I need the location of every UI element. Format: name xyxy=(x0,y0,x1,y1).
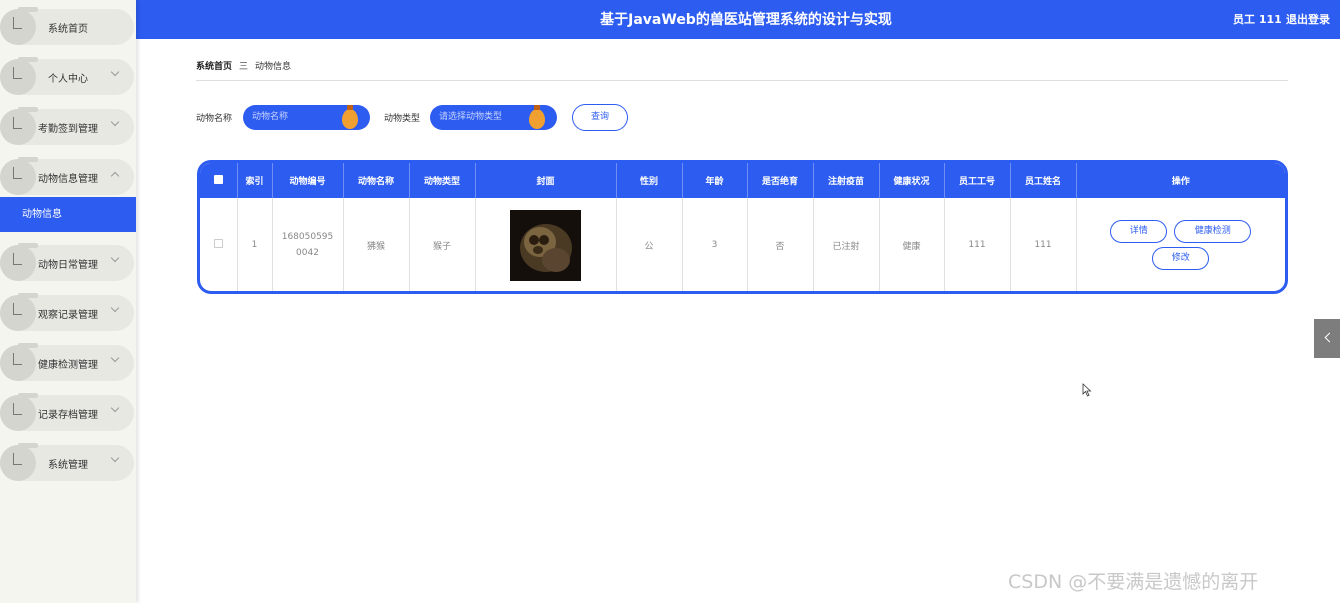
sidebar-item-animal-daily[interactable]: 动物日常管理 xyxy=(0,243,134,281)
sidebar-item-label: 考勤签到管理 xyxy=(38,124,98,135)
cell-health: 健康 xyxy=(879,198,945,291)
health-check-button[interactable]: 健康检测 xyxy=(1174,220,1252,243)
mouse-cursor-icon xyxy=(1082,383,1092,397)
select-all-checkbox[interactable] xyxy=(200,163,238,198)
cell-type: 猴子 xyxy=(409,198,476,291)
animal-type-placeholder: 请选择动物类型 xyxy=(439,112,503,122)
cell-neutered: 否 xyxy=(747,198,814,291)
chevron-down-icon xyxy=(110,453,120,463)
edit-button[interactable]: 修改 xyxy=(1152,247,1210,270)
detail-button[interactable]: 详情 xyxy=(1110,220,1168,243)
menu-tick-icon xyxy=(13,303,22,315)
col-header: 动物名称 xyxy=(343,163,410,198)
col-header: 性别 xyxy=(616,163,683,198)
animal-name-input[interactable]: 动物名称 xyxy=(243,105,370,130)
sidebar-item-label: 健康检测管理 xyxy=(38,360,98,371)
chevron-left-icon xyxy=(1324,332,1335,343)
col-header: 是否绝育 xyxy=(747,163,814,198)
sidebar-item-label: 观察记录管理 xyxy=(38,310,98,321)
breadcrumb: 系统首页 三 动物信息 xyxy=(196,59,291,72)
input-knob-decor xyxy=(342,105,358,129)
animal-no-text: 1680505950042 xyxy=(281,232,334,258)
cell-staff-no: 111 xyxy=(944,198,1011,291)
sidebar-item-health-check[interactable]: 健康检测管理 xyxy=(0,343,134,381)
cell-name: 狒猴 xyxy=(343,198,410,291)
select-knob-decor xyxy=(529,105,545,129)
col-header: 健康状况 xyxy=(879,163,945,198)
chevron-up-icon xyxy=(110,171,120,181)
app-title: 基于JavaWeb的兽医站管理系统的设计与实现 xyxy=(600,12,892,28)
cell-staff-name: 111 xyxy=(1010,198,1077,291)
sidebar-item-archive[interactable]: 记录存档管理 xyxy=(0,393,134,431)
chevron-down-icon xyxy=(110,303,120,313)
col-header: 员工姓名 xyxy=(1010,163,1077,198)
chevron-down-icon xyxy=(110,253,120,263)
sidebar-item-label: 记录存档管理 xyxy=(38,410,98,421)
sidebar-item-profile[interactable]: 个人中心 xyxy=(0,57,134,95)
sidebar-item-animal-info[interactable]: 动物信息管理 xyxy=(0,157,134,195)
col-header: 员工工号 xyxy=(944,163,1011,198)
sidebar-item-label: 个人中心 xyxy=(48,74,88,85)
logout-link[interactable]: 退出登录 xyxy=(1286,11,1330,27)
top-header: 基于JavaWeb的兽医站管理系统的设计与实现 员工 111 退出登录 xyxy=(136,0,1340,39)
menu-tick-icon xyxy=(13,67,22,79)
col-header: 动物类型 xyxy=(409,163,476,198)
menu-tick-icon xyxy=(13,353,22,365)
sidebar-item-home[interactable]: 系统首页 xyxy=(0,7,134,45)
watermark: CSDN @不要满是遗憾的离开 xyxy=(1008,571,1259,593)
animal-type-label: 动物类型 xyxy=(384,114,421,124)
col-header: 注射疫苗 xyxy=(813,163,880,198)
animal-name-label: 动物名称 xyxy=(196,114,233,124)
cover-image xyxy=(510,209,581,281)
breadcrumb-home[interactable]: 系统首页 xyxy=(196,59,232,72)
col-header: 操作 xyxy=(1076,163,1285,198)
sidebar-item-label: 动物日常管理 xyxy=(38,260,98,271)
collapse-tab[interactable] xyxy=(1314,319,1340,358)
table-row: 1 1680505950042 狒猴 猴子 公 3 否 已注射 健康 111 1… xyxy=(200,198,1285,291)
sidebar-item-observation[interactable]: 观察记录管理 xyxy=(0,293,134,331)
cell-index: 1 xyxy=(237,198,273,291)
query-button[interactable]: 查询 xyxy=(572,104,628,131)
col-header: 封面 xyxy=(475,163,617,198)
sidebar-subitem-animal-info[interactable]: 动物信息 xyxy=(0,197,136,232)
chevron-down-icon xyxy=(110,353,120,363)
sidebar-item-label: 动物信息管理 xyxy=(38,174,98,185)
cell-actions: 详情 健康检测 修改 xyxy=(1076,198,1285,291)
menu-tick-icon xyxy=(13,117,22,129)
cell-animal-no: 1680505950042 xyxy=(272,198,344,291)
menu-tick-icon xyxy=(13,167,22,179)
animal-table: 索引 动物编号 动物名称 动物类型 封面 性别 年龄 是否绝育 注射疫苗 健康状… xyxy=(197,160,1288,294)
chevron-down-icon xyxy=(110,67,120,77)
animal-name-placeholder: 动物名称 xyxy=(252,112,289,122)
table-header-row: 索引 动物编号 动物名称 动物类型 封面 性别 年龄 是否绝育 注射疫苗 健康状… xyxy=(200,163,1285,198)
breadcrumb-current: 动物信息 xyxy=(255,62,292,72)
cell-gender: 公 xyxy=(616,198,683,291)
sidebar: 系统首页 个人中心 考勤签到管理 动物信息管理 动物信息 动物日常管理 观察记录… xyxy=(0,0,136,603)
current-user: 员工 111 xyxy=(1233,13,1282,26)
chevron-down-icon xyxy=(110,403,120,413)
animal-type-select[interactable]: 请选择动物类型 xyxy=(430,105,557,130)
chevron-down-icon xyxy=(110,117,120,127)
cell-vaccine: 已注射 xyxy=(813,198,880,291)
row-checkbox[interactable] xyxy=(200,198,238,291)
sidebar-item-label: 系统首页 xyxy=(48,24,88,35)
sidebar-item-system[interactable]: 系统管理 xyxy=(0,443,134,481)
breadcrumb-separator: 三 xyxy=(239,62,249,72)
breadcrumb-divider xyxy=(196,80,1288,81)
sidebar-item-attendance[interactable]: 考勤签到管理 xyxy=(0,107,134,145)
sidebar-item-label: 系统管理 xyxy=(48,460,88,471)
menu-tick-icon xyxy=(13,453,22,465)
menu-tick-icon xyxy=(13,17,22,29)
col-header: 年龄 xyxy=(682,163,748,198)
menu-tick-icon xyxy=(13,403,22,415)
monkey-photo xyxy=(510,209,581,281)
col-header: 动物编号 xyxy=(272,163,344,198)
menu-tick-icon xyxy=(13,253,22,265)
cell-cover xyxy=(475,198,617,291)
cell-age: 3 xyxy=(682,198,748,291)
col-header: 索引 xyxy=(237,163,273,198)
